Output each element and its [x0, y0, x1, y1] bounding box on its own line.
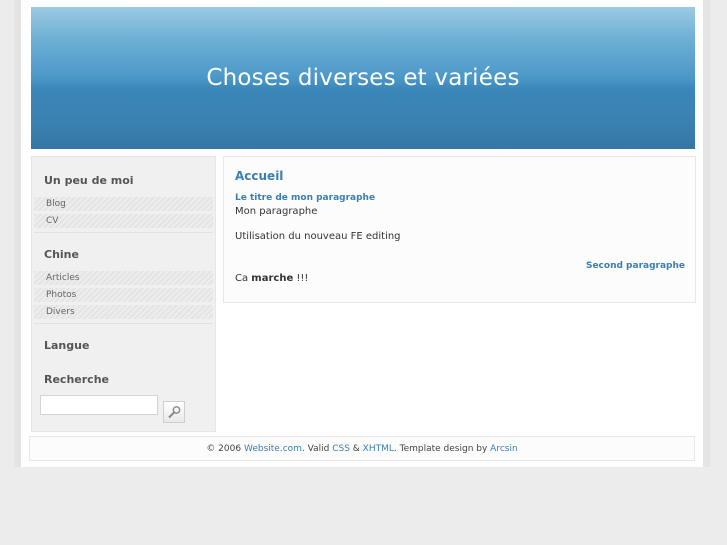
- search-button[interactable]: [163, 401, 185, 423]
- sidebar-heading-chine: Chine: [44, 248, 79, 261]
- sidebar-heading-langue: Langue: [44, 339, 90, 352]
- sidebar-divider: [34, 232, 213, 233]
- site-title: Choses diverses et variées: [206, 65, 520, 91]
- footer-copyright: © 2006: [206, 444, 244, 454]
- sidebar-divider: [34, 323, 213, 324]
- paragraph-text: Utilisation du nouveau FE editing: [235, 231, 401, 242]
- sidebar-item-divers[interactable]: Divers: [34, 305, 213, 319]
- footer-css-link[interactable]: CSS: [332, 444, 350, 454]
- site-footer: © 2006 Website.com. Valid CSS & XHTML. T…: [29, 436, 695, 461]
- paragraph-title-second: Second paragraphe: [585, 261, 685, 271]
- footer-text: &: [349, 444, 363, 454]
- site-header: Choses diverses et variées: [31, 7, 695, 149]
- sidebar-heading-recherche: Recherche: [44, 373, 109, 386]
- page-wrapper: Choses diverses et variées Un peu de moi…: [14, 0, 710, 467]
- page-title: Accueil: [235, 169, 284, 183]
- sidebar: Un peu de moi Blog CV Chine Articles Pho…: [31, 156, 216, 432]
- paragraph-text: Mon paragraphe: [235, 206, 318, 217]
- footer-site-link[interactable]: Website.com: [244, 444, 302, 454]
- sidebar-heading-about: Un peu de moi: [44, 174, 134, 187]
- paragraph-text-second: Ca marche !!!: [235, 273, 308, 284]
- footer-author-link[interactable]: Arcsin: [490, 444, 518, 454]
- page-container: Choses diverses et variées Un peu de moi…: [21, 0, 703, 467]
- sidebar-item-blog[interactable]: Blog: [34, 197, 213, 211]
- footer-text: . Valid: [301, 444, 333, 454]
- sidebar-item-photos[interactable]: Photos: [34, 288, 213, 302]
- paragraph-text-prefix: Ca: [235, 273, 252, 284]
- search-icon: [168, 406, 181, 419]
- paragraph-title: Le titre de mon paragraphe: [235, 193, 376, 203]
- footer-text: . Template design by: [393, 444, 491, 454]
- sidebar-item-cv[interactable]: CV: [34, 214, 213, 228]
- sidebar-item-articles[interactable]: Articles: [34, 271, 213, 285]
- search-input[interactable]: [40, 395, 158, 415]
- paragraph-text-bold: marche: [251, 273, 294, 284]
- main-content: Accueil Le titre de mon paragraphe Mon p…: [223, 156, 696, 303]
- paragraph-text-suffix: !!!: [293, 273, 309, 284]
- footer-xhtml-link[interactable]: XHTML: [363, 444, 394, 454]
